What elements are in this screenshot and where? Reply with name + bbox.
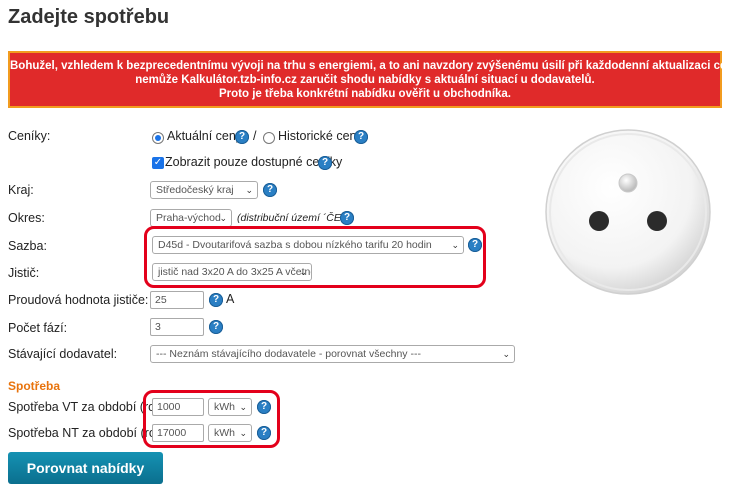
help-icon-faze[interactable]: ? xyxy=(209,320,223,334)
available-only-checkbox[interactable]: ✓ xyxy=(152,157,164,169)
jistic-label: Jistič: xyxy=(8,266,40,280)
help-icon-proud[interactable]: ? xyxy=(209,293,223,307)
warning-line-1: Bohužel, vzhledem k bezprecedentnímu výv… xyxy=(10,60,730,72)
sazba-jistic-highlight xyxy=(144,226,486,288)
chevron-down-icon: ⌄ xyxy=(219,213,227,223)
okres-label: Okres: xyxy=(8,211,45,225)
help-icon-available[interactable]: ? xyxy=(318,156,332,170)
kraj-label: Kraj: xyxy=(8,183,34,197)
spotreba-heading: Spotřeba xyxy=(8,379,61,393)
historic-prices-radio[interactable] xyxy=(263,132,275,144)
warning-line-2: nemůže Kalkulátor.tzb-info.cz zaručit sh… xyxy=(135,74,595,86)
compare-offers-button[interactable]: Porovnat nabídky xyxy=(8,452,163,484)
help-icon-kraj[interactable]: ? xyxy=(263,183,277,197)
help-icon-historic-prices[interactable]: ? xyxy=(354,130,368,144)
faze-label: Počet fází: xyxy=(8,321,68,335)
chevron-down-icon: ⌄ xyxy=(502,349,510,359)
kraj-select-value: Středočeský kraj xyxy=(156,184,234,196)
proud-unit: A xyxy=(226,292,235,306)
historic-prices-label: Historické ceny xyxy=(278,129,363,143)
price-warning-banner: Bohužel, vzhledem k bezprecedentnímu výv… xyxy=(8,51,730,108)
available-only-label: Zobrazit pouze dostupné ceníky xyxy=(165,155,343,169)
page-title: Zadejte spotřebu xyxy=(8,6,170,28)
proud-input[interactable]: 25 xyxy=(150,291,204,309)
okres-select[interactable]: Praha-východ ⌄ xyxy=(150,209,232,227)
dodavatel-select[interactable]: --- Neznám stávajícího dodavatele - poro… xyxy=(150,345,515,363)
warning-line-3: Proto je třeba konkrétní nabídku ověřit … xyxy=(218,88,511,100)
sazba-label: Sazba: xyxy=(8,239,47,253)
help-icon-okres[interactable]: ? xyxy=(340,211,354,225)
okres-distribution-note: (distribuční území ´ČEZ´) xyxy=(237,212,355,224)
okres-select-value: Praha-východ xyxy=(156,212,221,224)
chevron-down-icon: ⌄ xyxy=(245,185,253,195)
current-prices-label: Aktuální ceny xyxy=(167,129,243,143)
proud-label: Proudová hodnota jističe: xyxy=(8,293,149,307)
ceniky-label: Ceníky: xyxy=(8,129,51,143)
current-prices-radio[interactable] xyxy=(152,132,164,144)
dodavatel-label: Stávající dodavatel: xyxy=(8,347,118,361)
spotreba-highlight xyxy=(143,390,280,448)
price-separator: / xyxy=(253,129,257,143)
kraj-select[interactable]: Středočeský kraj ⌄ xyxy=(150,181,258,199)
help-icon-current-prices[interactable]: ? xyxy=(235,130,249,144)
faze-input[interactable]: 3 xyxy=(150,318,204,336)
dodavatel-select-value: --- Neznám stávajícího dodavatele - poro… xyxy=(156,348,421,360)
power-socket-icon xyxy=(545,129,711,295)
